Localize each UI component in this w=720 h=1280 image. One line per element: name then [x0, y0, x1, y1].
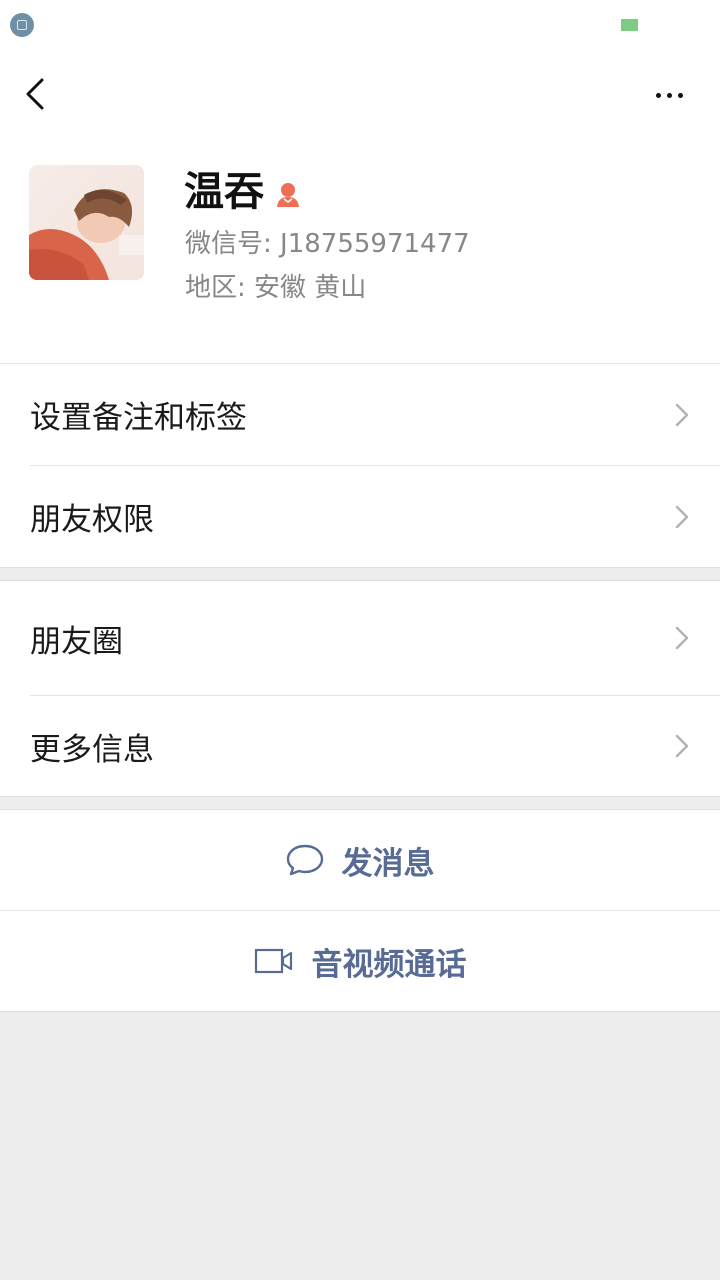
- back-button[interactable]: [18, 72, 58, 116]
- chevron-left-icon: [26, 78, 44, 110]
- video-camera-icon: [254, 948, 292, 974]
- status-bar: [0, 0, 720, 50]
- send-message-label: 发消息: [341, 845, 435, 882]
- notification-app-icon: [10, 13, 34, 37]
- profile-card: 温吞 微信号: J18755971477 地区: 安徽 黄山: [0, 140, 720, 364]
- avatar-image: [29, 165, 144, 280]
- name-row: 温吞: [184, 168, 302, 216]
- section-gap: [0, 796, 720, 810]
- region: 地区: 安徽 黄山: [185, 273, 367, 303]
- list-item-label: 更多信息: [30, 731, 154, 768]
- chat-bubble-icon: [286, 844, 323, 876]
- list-item-label: 朋友权限: [30, 502, 154, 538]
- chevron-right-icon: [675, 734, 689, 758]
- section-gap: [0, 567, 720, 581]
- video-call-button[interactable]: 音视频通话: [0, 911, 720, 1011]
- wechat-id: 微信号: J18755971477: [185, 229, 470, 259]
- action-group: 发消息 音视频通话: [0, 810, 720, 1012]
- female-icon: [277, 183, 299, 207]
- more-info-item[interactable]: 更多信息: [0, 696, 720, 796]
- video-call-label: 音视频通话: [311, 946, 467, 983]
- chevron-right-icon: [675, 505, 689, 528]
- chevron-right-icon: [675, 403, 689, 426]
- friend-permissions-item[interactable]: 朋友权限: [0, 466, 720, 567]
- list-item-label: 设置备注和标签: [30, 400, 247, 436]
- battery-icon: [621, 19, 638, 31]
- more-dot: [677, 92, 683, 98]
- send-message-button[interactable]: 发消息: [0, 810, 720, 910]
- menu-group-1: 设置备注和标签 朋友权限: [0, 364, 720, 567]
- chevron-right-icon: [675, 626, 689, 650]
- top-section: 温吞 微信号: J18755971477 地区: 安徽 黄山: [0, 0, 720, 364]
- set-remark-tags-item[interactable]: 设置备注和标签: [0, 364, 720, 465]
- more-dot: [666, 92, 672, 98]
- moments-item[interactable]: 朋友圈: [0, 581, 720, 695]
- nav-bar: [0, 50, 720, 140]
- profile-name: 温吞: [184, 169, 264, 215]
- more-button[interactable]: [644, 80, 694, 110]
- avatar[interactable]: [29, 165, 144, 280]
- more-dots-icon: [655, 92, 661, 98]
- menu-group-2: 朋友圈 更多信息: [0, 581, 720, 796]
- list-item-label: 朋友圈: [30, 623, 123, 660]
